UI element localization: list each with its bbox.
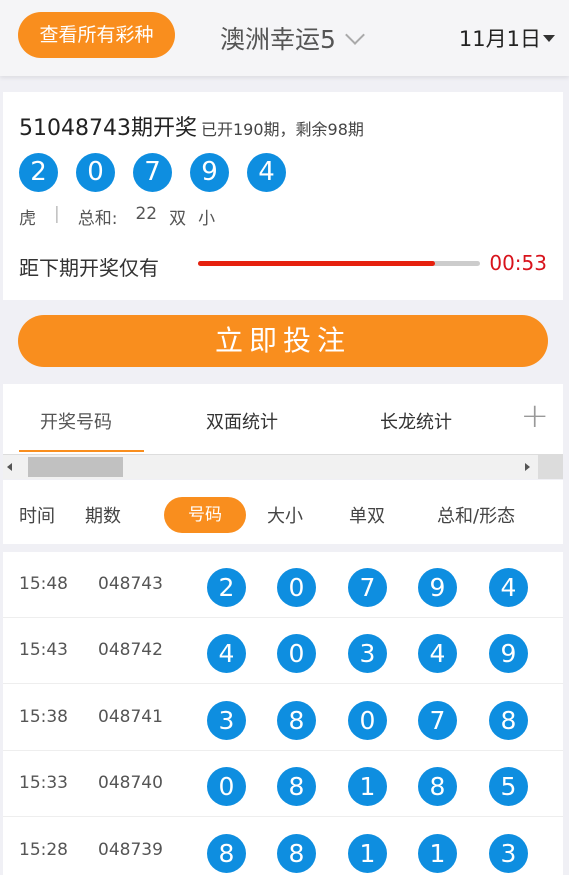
divider: | [54, 204, 60, 224]
number-ball: 8 [418, 767, 457, 806]
number-ball: 4 [418, 634, 457, 673]
results-table-body: 15:48 048743 2 0 7 9 4 15:43 048742 4 0 … [3, 552, 563, 875]
number-ball: 7 [348, 568, 387, 607]
number-ball: 1 [348, 767, 387, 806]
scroll-left-icon[interactable] [7, 463, 12, 471]
countdown-progress-bar [198, 261, 480, 266]
number-ball: 8 [277, 767, 316, 806]
odd-even-result: 双 [169, 209, 187, 229]
number-ball: 0 [207, 767, 246, 806]
row-time: 15:48 [19, 574, 68, 594]
countdown-label: 距下期开奖仅有 [19, 256, 159, 280]
countdown-progress-fill [198, 261, 435, 266]
tab-streak-stats[interactable]: 长龙统计 [380, 408, 452, 434]
lottery-name: 澳洲幸运5 [220, 25, 336, 54]
latest-draw-card: 51048743期开奖 已开190期，剩余98期 2 0 7 9 4 虎 | 总和… [3, 92, 563, 300]
draw-stats: 虎 | 总和: 22 双 小 [19, 204, 215, 229]
big-small-result: 小 [198, 209, 216, 229]
period-progress-text: 已开190期，剩余98期 [200, 120, 364, 139]
caret-down-icon [543, 35, 555, 42]
number-ball: 1 [348, 834, 387, 873]
number-ball: 3 [489, 834, 528, 873]
date-selector[interactable]: 11月1日 [459, 22, 555, 56]
number-ball: 0 [277, 568, 316, 607]
number-ball: 9 [418, 568, 457, 607]
number-ball: 1 [418, 834, 457, 873]
number-ball: 7 [133, 153, 172, 192]
scrollbar-corner [538, 454, 563, 479]
number-ball: 8 [277, 701, 316, 740]
chevron-down-icon [345, 25, 365, 45]
column-issue: 期数 [85, 506, 121, 527]
number-ball: 8 [489, 701, 528, 740]
table-row: 15:43 048742 4 0 3 4 9 [3, 618, 563, 684]
row-time: 15:43 [19, 640, 68, 660]
scroll-right-icon[interactable] [525, 463, 530, 471]
table-row: 15:48 048743 2 0 7 9 4 [3, 552, 563, 618]
row-issue: 048740 [98, 773, 163, 793]
all-lotteries-button[interactable]: 查看所有彩种 [18, 12, 175, 58]
table-row: 15:28 048739 8 8 1 1 3 [3, 818, 563, 875]
period-title: 51048743期开奖 已开190期，剩余98期 [19, 110, 364, 142]
column-toggle-sum[interactable]: 总和/形态 [437, 502, 515, 528]
number-ball: 9 [190, 153, 229, 192]
lottery-selector[interactable]: 澳洲幸运5 [220, 20, 365, 60]
add-tab-icon[interactable]: + [521, 396, 550, 436]
tab-draw-numbers[interactable]: 开奖号码 [40, 408, 112, 434]
number-ball: 3 [348, 634, 387, 673]
row-time: 15:38 [19, 707, 68, 727]
number-ball: 0 [76, 153, 115, 192]
number-ball: 4 [247, 153, 286, 192]
dragon-tiger-result: 虎 [19, 209, 36, 229]
tab-two-sided-stats[interactable]: 双面统计 [206, 408, 278, 434]
number-ball: 0 [348, 701, 387, 740]
row-issue: 048742 [98, 640, 163, 660]
results-table-header: 时间 期数 号码 大小 单双 总和/形态 [3, 480, 563, 548]
row-issue: 048739 [98, 840, 163, 860]
row-issue: 048743 [98, 574, 163, 594]
draw-balls: 2 0 7 9 4 [19, 153, 286, 192]
row-time: 15:33 [19, 773, 68, 793]
period-number: 51048743期开奖 [19, 116, 197, 141]
countdown-time: 00:53 [489, 251, 547, 275]
row-time: 15:28 [19, 840, 68, 860]
column-toggle-size[interactable]: 大小 [267, 502, 303, 528]
number-ball: 0 [277, 634, 316, 673]
number-ball: 2 [19, 153, 58, 192]
bet-now-button[interactable]: 立即投注 [18, 315, 548, 367]
active-tab-indicator [19, 450, 144, 452]
top-header: 查看所有彩种 澳洲幸运5 11月1日 [0, 0, 569, 76]
horizontal-scrollbar[interactable] [3, 454, 538, 479]
number-ball: 8 [207, 834, 246, 873]
number-ball: 2 [207, 568, 246, 607]
column-time: 时间 [19, 506, 55, 527]
sum-label: 总和: [77, 209, 118, 229]
number-ball: 3 [207, 701, 246, 740]
tab-bar: 开奖号码 双面统计 长龙统计 + [3, 384, 563, 454]
column-toggle-number[interactable]: 号码 [164, 497, 246, 533]
row-issue: 048741 [98, 707, 163, 727]
number-ball: 8 [277, 834, 316, 873]
number-ball: 7 [418, 701, 457, 740]
column-toggle-parity[interactable]: 单双 [349, 502, 385, 528]
number-ball: 5 [489, 767, 528, 806]
table-row: 15:33 048740 0 8 1 8 5 [3, 751, 563, 817]
number-ball: 9 [489, 634, 528, 673]
number-ball: 4 [207, 634, 246, 673]
table-row: 15:38 048741 3 8 0 7 8 [3, 685, 563, 751]
sum-value: 22 [135, 204, 158, 224]
number-ball: 4 [489, 568, 528, 607]
scrollbar-thumb[interactable] [28, 457, 123, 477]
date-label: 11月1日 [458, 27, 541, 51]
